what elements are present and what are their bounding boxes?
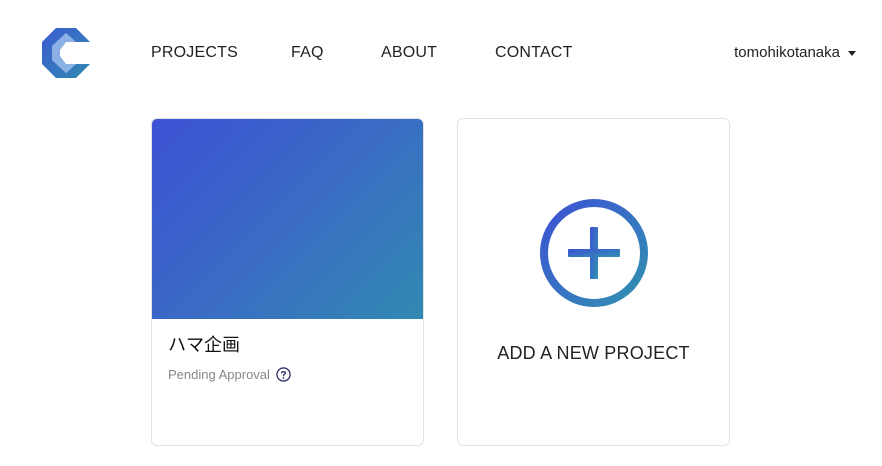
project-card[interactable]: ハマ企画 Pending Approval <box>151 118 424 446</box>
nav-contact[interactable]: CONTACT <box>495 44 573 62</box>
project-cover-image <box>152 119 423 319</box>
user-menu[interactable]: tomohikotanaka <box>734 44 856 61</box>
question-circle-icon[interactable] <box>276 367 291 382</box>
nav-about[interactable]: ABOUT <box>381 44 437 62</box>
project-status: Pending Approval <box>168 367 291 382</box>
add-project-label: ADD A NEW PROJECT <box>497 343 690 363</box>
plus-circle-icon <box>540 199 648 307</box>
header: PROJECTS FAQ ABOUT CONTACT tomohikotanak… <box>0 0 882 106</box>
caret-down-icon <box>848 51 856 56</box>
project-name: ハマ企画 <box>168 335 240 356</box>
username: tomohikotanaka <box>734 44 840 61</box>
status-label: Pending Approval <box>168 367 270 382</box>
nav-projects[interactable]: PROJECTS <box>151 44 238 62</box>
nav-faq[interactable]: FAQ <box>291 44 324 62</box>
brand-logo-icon[interactable] <box>42 28 90 78</box>
add-project-card[interactable]: ADD A NEW PROJECT <box>457 118 730 446</box>
